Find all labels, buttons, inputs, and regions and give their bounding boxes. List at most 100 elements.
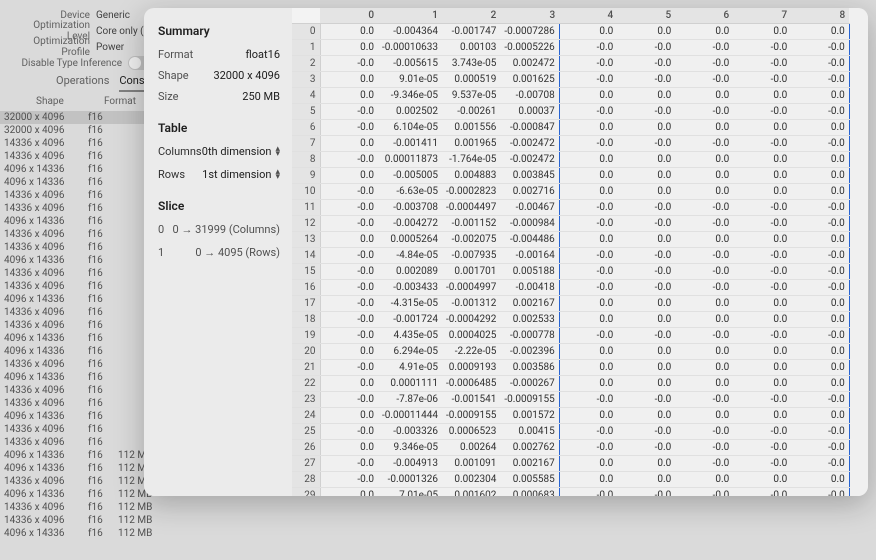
grid-cell[interactable]: 0.0 (559, 168, 617, 184)
grid-cell[interactable]: -0.0004292 (442, 312, 500, 328)
grid-cell[interactable]: 0.0 (559, 120, 617, 136)
grid-cell[interactable]: -0.0002823 (442, 184, 500, 200)
grid-cell[interactable]: 0.0 (675, 360, 733, 376)
grid-cell[interactable]: -0.0 (617, 104, 675, 120)
rows-select[interactable]: 1st dimension ▴▾ (202, 168, 280, 181)
grid-cell[interactable]: 0.001556 (442, 120, 500, 136)
grid-cell[interactable]: -0.0 (617, 200, 675, 216)
grid-cell[interactable]: -0.0 (617, 40, 675, 56)
grid-cell[interactable]: 0.0 (559, 232, 617, 248)
grid-cell[interactable]: -0.002472 (500, 152, 559, 168)
grid-cell[interactable]: -0.001152 (442, 216, 500, 232)
grid-cell[interactable]: 0.0 (320, 88, 378, 104)
grid-cell[interactable]: -0.005615 (378, 56, 442, 72)
grid-cell[interactable]: 0.0 (675, 472, 733, 488)
grid-cell[interactable]: 0.0 (675, 376, 733, 392)
grid-cell[interactable]: 0.0 (320, 440, 378, 456)
grid-cell[interactable]: -0.0 (675, 200, 733, 216)
grid-cell[interactable]: -0.0 (791, 456, 849, 472)
grid-cell[interactable]: 0.001701 (442, 264, 500, 280)
grid-cell[interactable]: 0.0 (675, 24, 733, 40)
grid-cell[interactable]: 0.0 (320, 408, 378, 424)
grid-cell[interactable]: -0.001747 (442, 24, 500, 40)
grid-cell[interactable]: 6.294e-05 (378, 344, 442, 360)
grid-cell[interactable]: 0.0 (733, 120, 791, 136)
grid-cell[interactable]: -0.0 (733, 328, 791, 344)
grid-cell[interactable]: 0.0001111 (378, 376, 442, 392)
grid-cell[interactable]: 0.0 (791, 168, 849, 184)
grid-cell[interactable]: -0.0 (559, 104, 617, 120)
grid-cell[interactable]: 0.003586 (500, 360, 559, 376)
grid-cell[interactable]: 0.0 (320, 72, 378, 88)
grid-cell[interactable]: -9.346e-05 (378, 88, 442, 104)
grid-cell[interactable]: 0.00415 (500, 424, 559, 440)
grid-cell[interactable]: -2.22e-05 (442, 344, 500, 360)
grid-cell[interactable]: 0.0 (733, 168, 791, 184)
grid-cell[interactable]: 0.001965 (442, 136, 500, 152)
grid-cell[interactable]: -0.0 (320, 264, 378, 280)
grid-cell[interactable]: 0.002716 (500, 184, 559, 200)
grid-cell[interactable]: 0.0 (617, 344, 675, 360)
grid-cell[interactable]: 0.002502 (378, 104, 442, 120)
grid-cell[interactable]: 0.0 (559, 24, 617, 40)
grid-cell[interactable]: -0.0 (617, 328, 675, 344)
grid-cell[interactable]: -0.00708 (500, 88, 559, 104)
grid-cell[interactable]: -0.0 (617, 392, 675, 408)
grid-cell[interactable]: 0.0 (791, 88, 849, 104)
grid-cell[interactable]: 6.104e-05 (378, 120, 442, 136)
grid-cell[interactable]: 0.0 (617, 456, 675, 472)
grid-cell[interactable]: -0.0 (791, 40, 849, 56)
grid-cell[interactable]: 0.0 (675, 296, 733, 312)
grid-cell[interactable]: -0.0 (559, 136, 617, 152)
grid-cell[interactable]: -0.0 (617, 248, 675, 264)
grid-cell[interactable]: -0.0 (320, 456, 378, 472)
grid-cell[interactable]: 0.0 (733, 24, 791, 40)
grid-cell[interactable]: 0.0009193 (442, 360, 500, 376)
grid-cell[interactable]: -0.0 (791, 136, 849, 152)
grid-cell[interactable]: -0.0 (675, 40, 733, 56)
grid-cell[interactable]: 0.0 (791, 184, 849, 200)
list-item[interactable]: 14336 x 4096f16112 MB (0, 501, 180, 514)
grid-cell[interactable]: -0.0004997 (442, 280, 500, 296)
grid-cell[interactable]: -0.0 (320, 296, 378, 312)
grid-cell[interactable]: -0.0 (675, 392, 733, 408)
grid-cell[interactable]: 0.0 (617, 472, 675, 488)
grid-cell[interactable]: -0.0 (320, 392, 378, 408)
list-item[interactable]: 4096 x 14336f16112 MB (0, 527, 180, 540)
grid-cell[interactable]: -0.0 (559, 200, 617, 216)
grid-cell[interactable]: 0.0 (617, 120, 675, 136)
grid-cell[interactable]: 0.00264 (442, 440, 500, 456)
grid-cell[interactable]: -0.0 (733, 280, 791, 296)
grid-cell[interactable]: 0.0 (675, 232, 733, 248)
grid-cell[interactable]: 0.0006523 (442, 424, 500, 440)
list-item[interactable]: 14336 x 4096f16112 MB (0, 514, 180, 527)
grid-cell[interactable]: -0.0 (320, 184, 378, 200)
grid-cell[interactable]: -0.0 (559, 264, 617, 280)
grid-cell[interactable]: -0.0 (617, 280, 675, 296)
grid-cell[interactable]: -4.315e-05 (378, 296, 442, 312)
grid-cell[interactable]: -0.0 (675, 328, 733, 344)
grid-cell[interactable]: 0.00011873 (378, 152, 442, 168)
grid-cell[interactable]: -0.0 (733, 40, 791, 56)
grid-cell[interactable]: -0.0 (791, 424, 849, 440)
grid-cell[interactable]: 0.0 (320, 344, 378, 360)
grid-cell[interactable]: -0.0 (320, 152, 378, 168)
device-value[interactable]: Generic (96, 10, 130, 21)
grid-cell[interactable]: 0.0 (791, 376, 849, 392)
grid-cell[interactable]: -0.0 (675, 248, 733, 264)
grid-cell[interactable]: -0.0001326 (378, 472, 442, 488)
grid-cell[interactable]: -0.0 (559, 40, 617, 56)
grid-cell[interactable]: -0.0 (675, 264, 733, 280)
optprofile-value[interactable]: Power (96, 42, 124, 53)
grid-cell[interactable]: -0.0 (733, 216, 791, 232)
grid-cell[interactable]: -0.0 (675, 456, 733, 472)
grid-cell[interactable]: 0.0 (559, 88, 617, 104)
grid-cell[interactable]: 0.000519 (442, 72, 500, 88)
grid-cell[interactable]: -0.007935 (442, 248, 500, 264)
grid-cell[interactable]: 0.0 (617, 152, 675, 168)
grid-cell[interactable]: 0.0 (733, 472, 791, 488)
grid-cell[interactable]: 0.0 (791, 344, 849, 360)
grid-cell[interactable]: -0.000847 (500, 120, 559, 136)
grid-cell[interactable]: 0.00037 (500, 104, 559, 120)
grid-cell[interactable]: 0.0 (559, 152, 617, 168)
